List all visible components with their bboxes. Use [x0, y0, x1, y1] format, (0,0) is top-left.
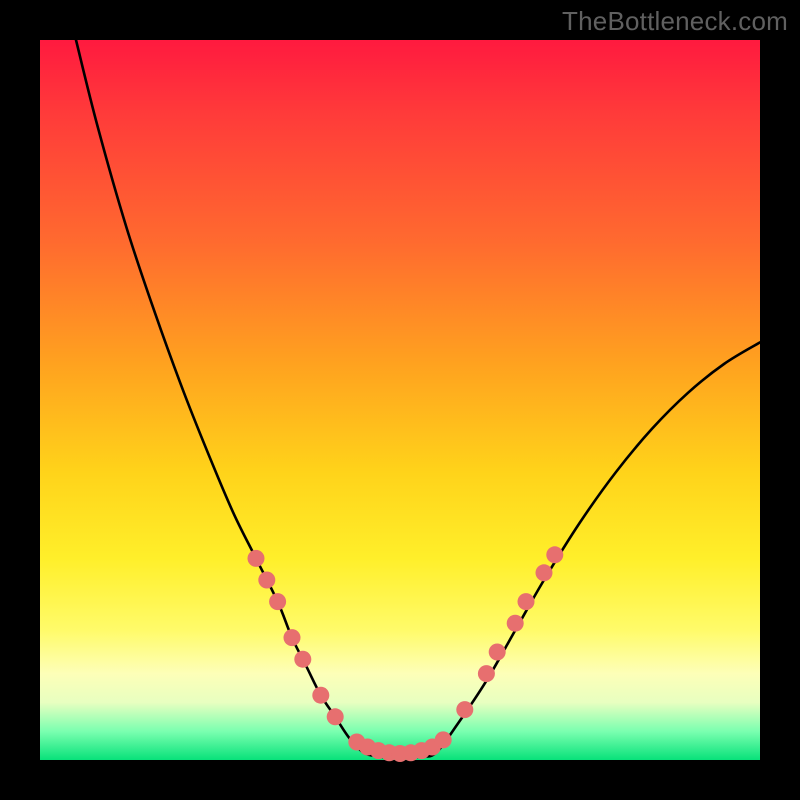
chart-frame: TheBottleneck.com — [0, 0, 800, 800]
data-dot — [269, 593, 286, 610]
data-dot — [312, 687, 329, 704]
data-dot — [294, 651, 311, 668]
data-dot — [546, 546, 563, 563]
data-dot — [435, 731, 452, 748]
data-dot — [478, 665, 495, 682]
curve-group — [76, 40, 760, 758]
data-dot — [327, 708, 344, 725]
data-dot — [284, 629, 301, 646]
v-curve — [76, 40, 760, 758]
data-dot — [258, 572, 275, 589]
data-dot — [507, 615, 524, 632]
data-dot — [536, 564, 553, 581]
data-dot — [489, 644, 506, 661]
curve-svg — [40, 40, 760, 760]
data-dot — [456, 701, 473, 718]
watermark-text: TheBottleneck.com — [562, 6, 788, 37]
dots-group — [248, 546, 564, 762]
plot-area — [40, 40, 760, 760]
data-dot — [248, 550, 265, 567]
data-dot — [518, 593, 535, 610]
